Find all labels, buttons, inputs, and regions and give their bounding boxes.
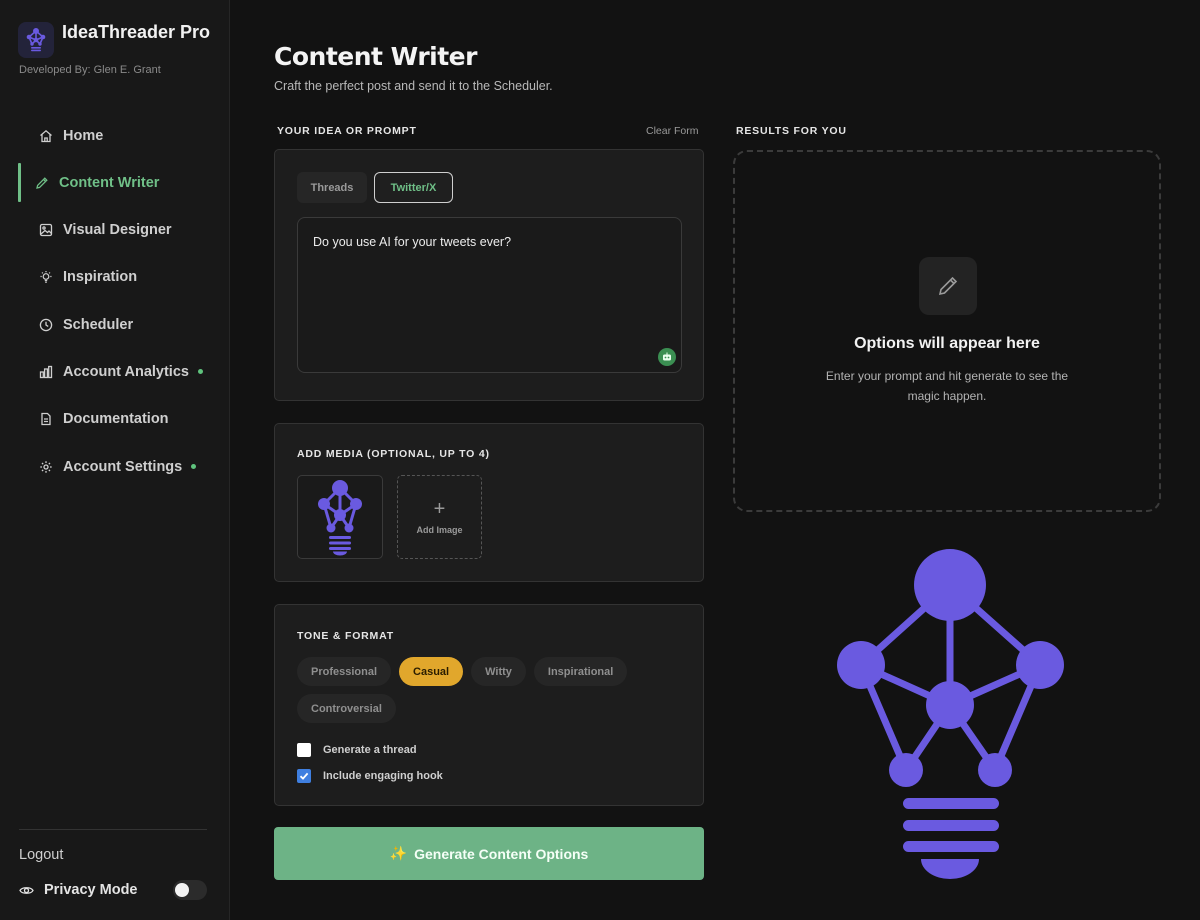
sidebar-nav: Home Content Writer Visual Designer Insp… [0,114,229,488]
lightbulb-icon [38,270,53,285]
generate-button-label: Generate Content Options [414,845,589,862]
tone-options: Professional Casual Witty Inspirational … [297,657,677,731]
privacy-mode-row: Privacy Mode [19,880,207,900]
developer-credit: Developed By: Glen E. Grant [19,64,161,76]
checkbox-label: Generate a thread [323,744,417,756]
prompt-card: Threads Twitter/X Do you use AI for your… [274,149,704,401]
sidebar-item-content-writer[interactable]: Content Writer [0,161,229,204]
sidebar-item-label: Content Writer [59,174,160,191]
checkbox-label: Include engaging hook [323,770,443,782]
pencil-icon [919,257,977,315]
lightbulb-network-illustration [833,545,1068,890]
tone-chip-controversial[interactable]: Controversial [297,694,396,723]
engaging-hook-checkbox[interactable] [297,769,311,783]
sidebar-item-account-analytics[interactable]: Account Analytics [0,350,229,393]
page-subtitle: Craft the perfect post and send it to th… [274,79,553,93]
sidebar-item-label: Account Settings [63,458,183,475]
results-panel: Options will appear here Enter your prom… [733,150,1161,512]
tab-twitter-x[interactable]: Twitter/X [374,172,453,203]
privacy-mode-label: Privacy Mode [44,882,138,898]
clear-form-button[interactable]: Clear Form [646,125,699,137]
sidebar-item-scheduler[interactable]: Scheduler [0,303,229,346]
settings-icon [38,459,53,474]
sidebar-item-inspiration[interactable]: Inspiration [0,256,229,299]
sidebar-item-documentation[interactable]: Documentation [0,398,229,441]
tone-chip-witty[interactable]: Witty [471,657,526,686]
sidebar-item-label: Documentation [63,411,169,428]
tone-card: TONE & FORMAT Professional Casual Witty … [274,604,704,806]
results-empty-title: Options will appear here [854,335,1040,352]
image-icon [38,223,53,238]
clock-icon [38,317,53,332]
tone-chip-professional[interactable]: Professional [297,657,392,686]
robot-icon[interactable] [658,348,676,366]
results-section-label: Results for You [736,125,847,137]
sidebar-item-label: Account Analytics [63,363,189,380]
prompt-textarea[interactable]: Do you use AI for your tweets ever? [297,217,682,373]
tone-chip-inspirational[interactable]: Inspirational [533,657,628,686]
home-icon [38,128,53,143]
sidebar-item-label: Visual Designer [63,222,172,239]
sidebar: IdeaThreader Pro Developed By: Glen E. G… [0,0,230,920]
generate-thread-checkbox[interactable] [297,743,311,757]
media-card: ADD MEDIA (OPTIONAL, UP TO 4) + Add Imag… [274,423,704,582]
sparkles-icon: ✨ [389,845,408,861]
lightbulb-network-icon [318,480,362,556]
sidebar-item-label: Inspiration [63,269,138,286]
main-content: Content Writer Craft the perfect post an… [230,0,1200,920]
prompt-text: Do you use AI for your tweets ever? [313,235,512,249]
page-title: Content Writer [274,42,477,71]
media-thumbnail[interactable] [297,475,383,559]
logout-link[interactable]: Logout [19,847,63,863]
toggle-knob [175,883,189,897]
eye-icon [19,883,34,898]
checkmark-icon [299,772,309,780]
document-icon [38,412,53,427]
tone-section-label: TONE & FORMAT [297,630,394,642]
media-section-label: ADD MEDIA (OPTIONAL, UP TO 4) [297,448,490,460]
add-image-label: Add Image [416,525,463,535]
results-empty-text: Enter your prompt and hit generate to se… [825,369,1069,403]
sidebar-item-account-settings[interactable]: Account Settings [0,445,229,488]
sidebar-item-label: Home [63,127,104,144]
generate-content-button[interactable]: ✨ Generate Content Options [274,827,704,880]
tab-threads[interactable]: Threads [297,172,367,203]
tone-chip-casual[interactable]: Casual [399,657,464,686]
engaging-hook-option[interactable]: Include engaging hook [297,769,443,783]
add-image-button[interactable]: + Add Image [397,475,482,559]
sidebar-item-label: Scheduler [63,316,134,333]
privacy-mode-toggle[interactable] [173,880,207,900]
bar-chart-icon [38,364,53,379]
pencil-icon [34,175,49,190]
status-dot [197,369,203,375]
app-logo-icon [18,22,54,58]
sidebar-item-visual-designer[interactable]: Visual Designer [0,209,229,252]
prompt-section-label: Your Idea or Prompt [277,125,417,137]
sidebar-divider [19,829,207,830]
brand: IdeaThreader Pro [0,0,229,58]
generate-thread-option[interactable]: Generate a thread [297,743,417,757]
app-title: IdeaThreader Pro [62,22,211,42]
status-dot [191,464,197,470]
platform-tabs: Threads Twitter/X [297,172,453,203]
sidebar-item-home[interactable]: Home [0,114,229,157]
plus-icon: + [433,498,446,520]
